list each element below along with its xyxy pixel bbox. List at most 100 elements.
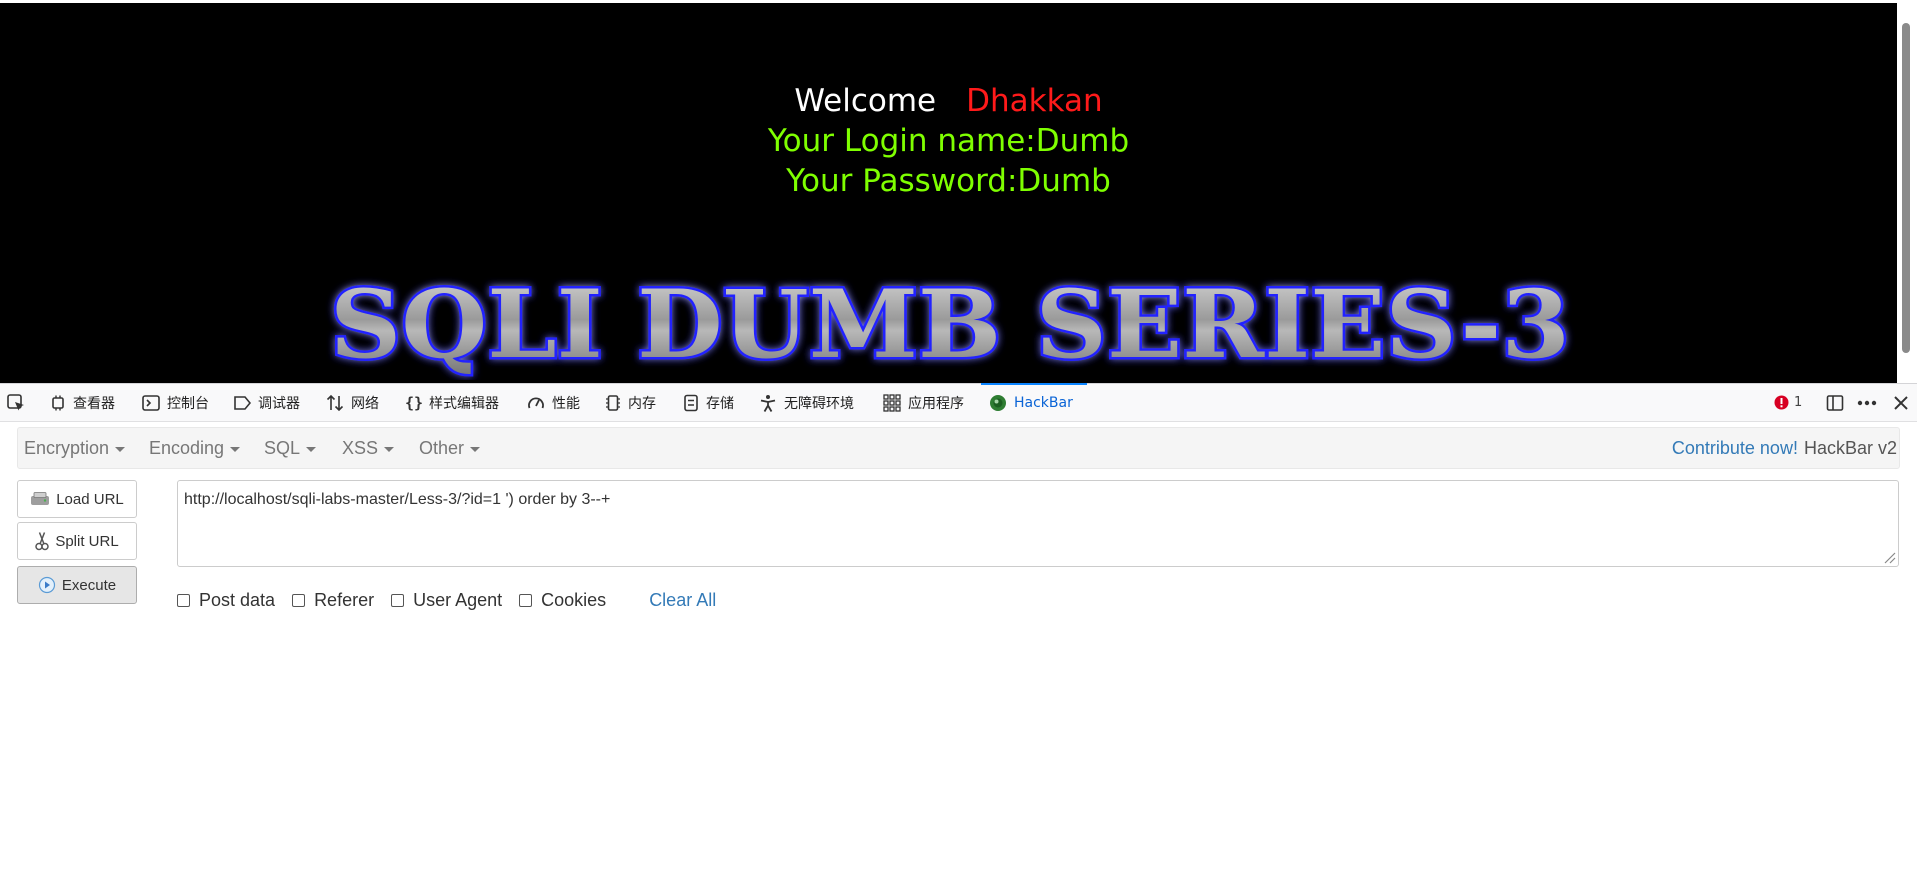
dock-toggle-button[interactable] [1826, 384, 1844, 421]
tab-label: 无障碍环境 [784, 395, 854, 412]
caret-down-icon [230, 447, 241, 452]
caret-down-icon [384, 447, 395, 452]
devtools-toolbar: 查看器 控制台 调试器 网络 {} 样式编辑器 性能 内存 存储 无障碍环境 应… [0, 383, 1917, 422]
debugger-icon [234, 395, 251, 410]
button-label: Execute [61, 576, 117, 594]
option-label: Post data [199, 589, 276, 610]
network-icon [326, 394, 344, 411]
console-icon [142, 394, 160, 411]
tab-style-editor[interactable]: {} 样式编辑器 [404, 384, 499, 421]
style-editor-icon: {} [405, 394, 422, 412]
hackbar-version: HackBar v2 [1803, 437, 1897, 458]
welcome-text: Welcome [794, 83, 937, 119]
page-scrollbar[interactable] [1897, 3, 1917, 383]
menu-sql[interactable]: SQL [264, 428, 317, 468]
close-devtools-button[interactable] [1893, 384, 1909, 421]
tab-console[interactable]: 控制台 [142, 384, 209, 421]
tab-performance[interactable]: 性能 [527, 384, 580, 421]
contribute-area: Contribute now! HackBar v2 [1672, 428, 1897, 468]
option-label: Cookies [541, 589, 607, 610]
menu-label: XSS [342, 437, 379, 458]
scrollbar-thumb[interactable] [1902, 23, 1910, 353]
tab-inspector[interactable]: 查看器 [50, 384, 115, 421]
menu-label: Other [419, 437, 465, 458]
error-count: 1 [1794, 395, 1803, 410]
load-url-button[interactable]: Load URL [17, 480, 137, 518]
storage-icon [684, 394, 698, 411]
contribute-link[interactable]: Contribute now! [1672, 438, 1798, 459]
tab-label: 内存 [628, 395, 656, 412]
login-name-line: Your Login name:Dumb [767, 123, 1130, 159]
tab-label: 调试器 [258, 395, 300, 412]
hackbar-menubar: Encryption Encoding SQL XSS Other Contri… [17, 427, 1900, 469]
tab-label: 控制台 [167, 395, 209, 412]
referer-option[interactable]: Referer [292, 590, 374, 611]
accessibility-icon [760, 394, 776, 412]
menu-label: SQL [264, 437, 301, 458]
banner-text: SQLI DUMB SERIES-3 [330, 270, 1570, 380]
user-agent-checkbox[interactable] [391, 593, 405, 607]
password-line: Your Password:Dumb [786, 163, 1111, 199]
more-options-button[interactable] [1857, 384, 1877, 421]
caret-down-icon [115, 447, 126, 452]
url-textarea[interactable]: http://localhost/sqli-labs-master/Less-3… [177, 480, 1899, 567]
referer-checkbox[interactable] [292, 593, 306, 607]
memory-icon [606, 394, 620, 411]
application-icon [883, 393, 901, 412]
tab-application[interactable]: 应用程序 [883, 384, 964, 421]
menu-other[interactable]: Other [419, 428, 481, 468]
tab-hackbar[interactable]: HackBar [989, 384, 1073, 421]
tab-label: 应用程序 [908, 395, 964, 412]
tab-network[interactable]: 网络 [326, 384, 379, 421]
url-value: http://localhost/sqli-labs-master/Less-3… [184, 491, 611, 508]
tab-debugger[interactable]: 调试器 [233, 384, 300, 421]
split-url-button[interactable]: Split URL [17, 522, 137, 560]
more-icon [1857, 400, 1877, 405]
caret-down-icon [306, 447, 317, 452]
post-data-option[interactable]: Post data [177, 590, 275, 611]
option-label: User Agent [413, 589, 503, 610]
scissors-icon [35, 532, 50, 551]
inspector-icon [52, 395, 64, 410]
picker-icon [7, 393, 24, 410]
tab-label: HackBar [1014, 394, 1073, 411]
tab-label: 样式编辑器 [429, 395, 499, 412]
cookies-option[interactable]: Cookies [519, 590, 606, 611]
svg-text:{}: {} [405, 394, 422, 412]
tab-label: 查看器 [73, 395, 115, 412]
tab-label: 性能 [552, 395, 580, 412]
option-label: Referer [314, 589, 375, 610]
performance-icon [528, 397, 544, 408]
play-icon [38, 576, 55, 594]
post-data-checkbox[interactable] [177, 593, 190, 607]
tab-memory[interactable]: 内存 [605, 384, 656, 421]
resize-grip-icon[interactable] [1882, 550, 1896, 564]
close-icon [1894, 395, 1908, 410]
welcome-username: Dhakkan [966, 83, 1103, 119]
tab-storage[interactable]: 存储 [683, 384, 734, 421]
menu-encoding[interactable]: Encoding [149, 428, 241, 468]
request-options: Post data Referer User Agent Cookies Cle… [177, 588, 716, 612]
cookies-checkbox[interactable] [519, 593, 533, 607]
clear-all-link[interactable]: Clear All [649, 590, 716, 611]
button-label: Load URL [56, 490, 124, 508]
welcome-line: Welcome Dhakkan [0, 81, 1897, 121]
tab-label: 存储 [706, 395, 734, 412]
load-url-icon [31, 492, 50, 505]
hackbar-icon [990, 394, 1006, 411]
user-agent-option[interactable]: User Agent [391, 590, 502, 611]
error-count-badge[interactable]: 1 [1774, 384, 1802, 421]
tab-label: 网络 [351, 395, 379, 412]
caret-down-icon [470, 447, 481, 452]
page-viewport: Welcome Dhakkan Your Login name:Dumb Your… [0, 3, 1897, 383]
menu-xss[interactable]: XSS [342, 428, 395, 468]
execute-button[interactable]: Execute [17, 566, 137, 604]
error-icon [1774, 395, 1789, 410]
dock-side-icon [1826, 394, 1844, 411]
element-picker-button[interactable] [6, 384, 26, 421]
menu-label: Encryption [24, 437, 110, 458]
menu-label: Encoding [149, 437, 225, 458]
sqli-series-banner: SQLI DUMB SERIES-3 [328, 268, 1573, 381]
tab-accessibility[interactable]: 无障碍环境 [759, 384, 854, 421]
menu-encryption[interactable]: Encryption [24, 428, 126, 468]
